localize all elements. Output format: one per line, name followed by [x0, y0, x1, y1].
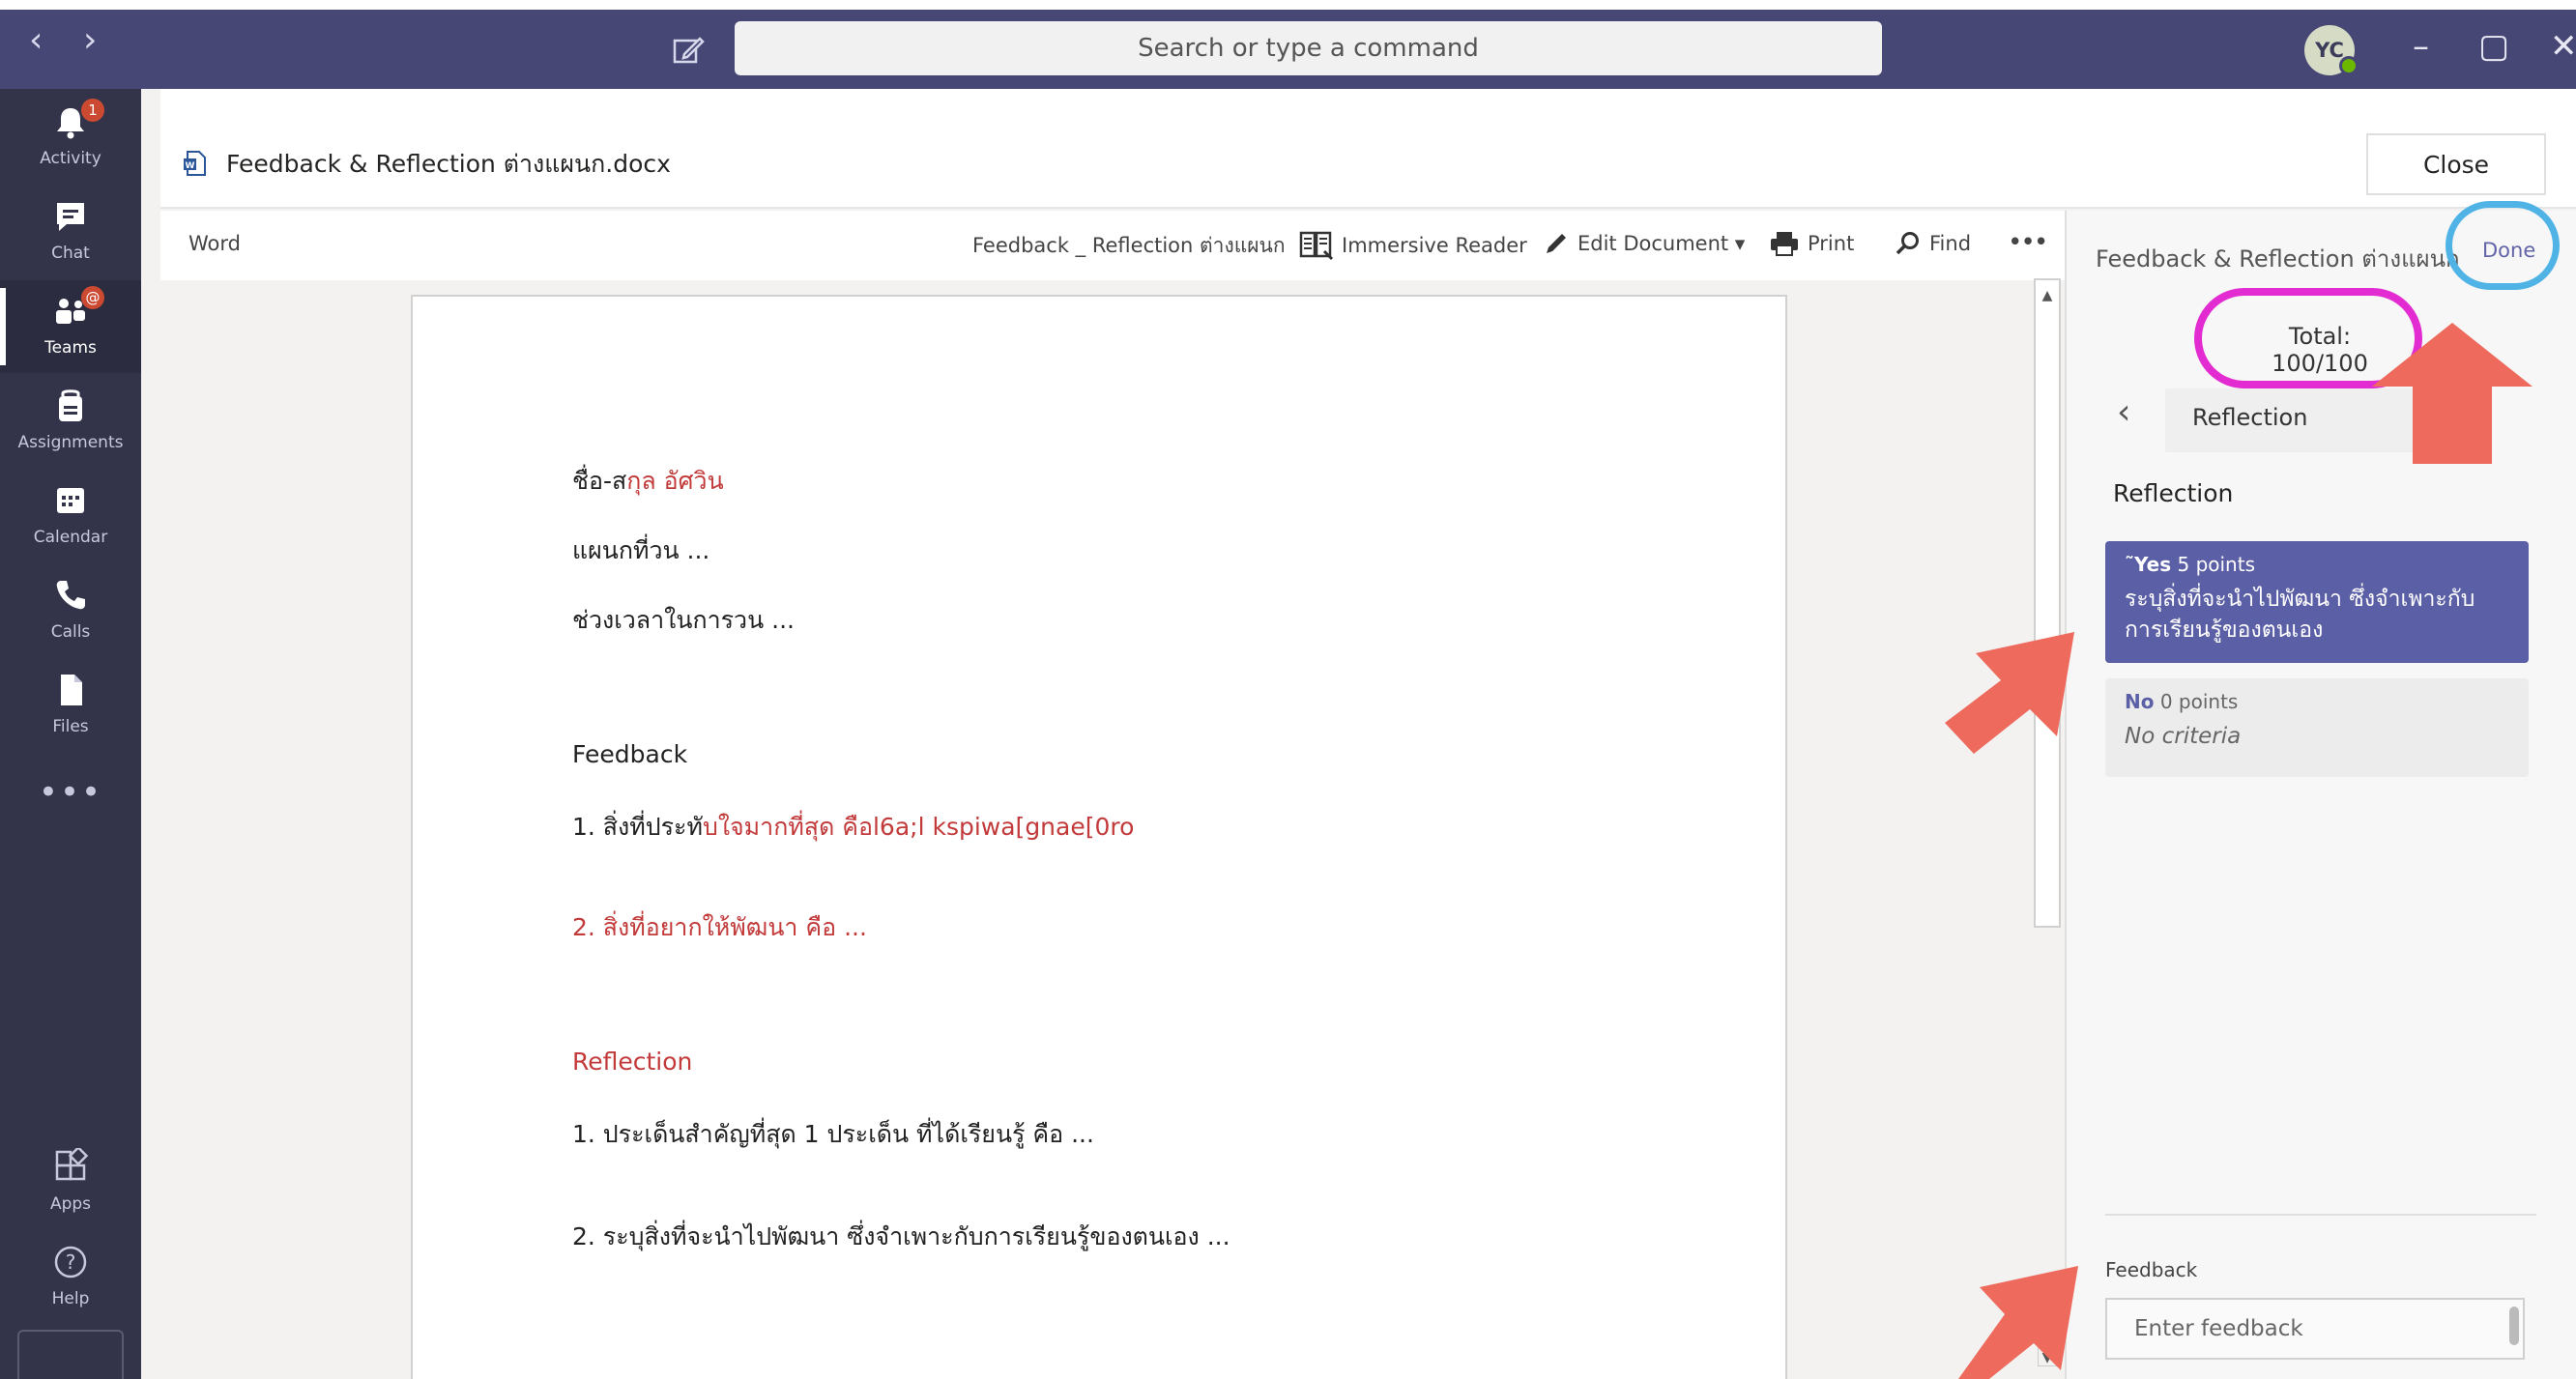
doc-feedback-item-1[interactable]: 1. สิ่งที่ประทับใจมากที่สุด คือl6a;l ksp…	[572, 808, 1134, 847]
search-input[interactable]: Search or type a command	[735, 21, 1882, 75]
rail-item-label: Files	[52, 717, 89, 736]
forward-button[interactable]: ›	[83, 21, 97, 60]
pencil-icon	[1547, 234, 1566, 253]
doc-reflection-heading[interactable]: Reflection	[572, 1048, 692, 1076]
option-title: No 0 points	[2125, 690, 2239, 713]
doc-name-line[interactable]: ชื่อ-สกุล อัศวิน	[572, 462, 724, 501]
doc-department-line[interactable]: แผนกที่วน ...	[572, 531, 709, 570]
immersive-reader-icon	[1299, 231, 1334, 261]
rail-item-teams[interactable]: @ Teams	[0, 280, 141, 373]
rubric-option-no[interactable]: No 0 points No criteria	[2105, 678, 2529, 777]
annotation-arrow-option	[1945, 632, 2074, 754]
rail-item-help[interactable]: ? Help	[0, 1231, 141, 1324]
doc-reflection-item-2[interactable]: 2. ระบุสิ่งที่จะนำไปพัฒนา ซึ่งจำเพาะกับก…	[572, 1218, 1230, 1256]
rail-item-files[interactable]: Files	[0, 659, 141, 752]
rail-item-calls[interactable]: Calls	[0, 564, 141, 657]
activity-badge: 1	[81, 99, 104, 122]
doc-feedback-item-2[interactable]: 2. สิ่งที่อยากให้พัฒนา คือ ...	[572, 908, 867, 947]
more-apps-button[interactable]: •••	[0, 773, 141, 812]
rail-item-activity[interactable]: 1 Activity	[0, 91, 141, 184]
more-options-glyph: •••	[2009, 230, 2048, 253]
maximize-button[interactable]: ▢	[2478, 27, 2509, 66]
device-icon[interactable]	[17, 1330, 124, 1379]
printer-icon	[1771, 232, 1798, 256]
doc-period-line[interactable]: ช่วงเวลาในการวน ...	[572, 601, 795, 640]
document-title-text: Feedback _ Reflection ต่างแผนก	[972, 234, 1286, 257]
calendar-icon	[57, 488, 84, 513]
close-button[interactable]: Close	[2366, 133, 2546, 195]
rail-item-calendar[interactable]: Calendar	[0, 470, 141, 562]
apps-icon	[55, 1148, 89, 1181]
file-icon	[61, 675, 82, 705]
assignments-icon	[59, 389, 82, 421]
more-options-button[interactable]: •••	[2009, 230, 2047, 253]
feedback-label: Feedback	[2105, 1258, 2198, 1281]
option-description: ระบุสิ่งที่จะนำไปพัฒนา ซึ่งจำเพาะกับการเ…	[2125, 587, 2475, 643]
word-app-label: Word	[188, 232, 241, 255]
rail-item-label: Help	[51, 1289, 90, 1308]
rail-item-assignments[interactable]: Assignments	[0, 375, 141, 468]
svg-text:?: ?	[66, 1250, 76, 1274]
print-button[interactable]: Print	[1769, 230, 1854, 257]
rail-item-label: Activity	[40, 149, 101, 168]
feedback-divider	[2105, 1214, 2536, 1216]
option-title: ˜Yes 5 points	[2125, 553, 2255, 576]
feedback-scrollbar	[2509, 1307, 2519, 1345]
document-scrollbar[interactable]	[2034, 278, 2061, 928]
annotation-arrow-up	[2372, 323, 2533, 464]
immersive-reader-button[interactable]: Immersive Reader	[1299, 230, 1527, 261]
doc-reflection-item-1[interactable]: 1. ประเด็นสำคัญที่สุด 1 ประเด็น ที่ได้เร…	[572, 1115, 1094, 1154]
rail-item-label: Calls	[50, 622, 91, 642]
rail-item-label: Teams	[44, 338, 97, 358]
criterion-selected: Reflection	[2192, 404, 2308, 431]
immersive-reader-label: Immersive Reader	[1342, 234, 1527, 257]
mention-badge: @	[81, 286, 104, 309]
presence-available-icon	[2339, 56, 2359, 75]
rail-item-apps[interactable]: Apps	[0, 1136, 141, 1229]
find-button[interactable]: Find	[1895, 230, 1971, 257]
feedback-input[interactable]	[2105, 1298, 2525, 1360]
previous-criterion-button[interactable]: ‹	[2117, 392, 2130, 432]
print-label: Print	[1808, 232, 1855, 255]
window-frame	[0, 0, 2576, 10]
search-icon	[1896, 232, 1919, 255]
rubric-option-yes[interactable]: ˜Yes 5 points ระบุสิ่งที่จะนำไปพัฒนา ซึ่…	[2105, 541, 2529, 663]
compose-icon[interactable]	[669, 31, 708, 70]
rail-item-label: Calendar	[33, 528, 108, 547]
option-description: No criteria	[2125, 724, 2242, 749]
rail-item-chat[interactable]: Chat	[0, 186, 141, 278]
word-file-icon: W	[184, 151, 206, 176]
criterion-heading: Reflection	[2113, 479, 2234, 507]
rail-item-label: Chat	[51, 244, 90, 263]
file-name: Feedback & Reflection ต่างแผนก.docx	[226, 150, 671, 178]
help-icon: ?	[54, 1246, 87, 1278]
annotation-arrow-feedback	[1958, 1266, 2078, 1379]
edit-document-button[interactable]: Edit Document ▾	[1543, 230, 1745, 257]
back-button[interactable]: ‹	[29, 21, 43, 60]
rail-item-label: Apps	[49, 1194, 92, 1214]
rail-item-label: Assignments	[17, 433, 124, 452]
done-highlight-circle	[2446, 201, 2560, 290]
close-window-button[interactable]: ✕	[2550, 27, 2576, 66]
minimize-button[interactable]: –	[2413, 27, 2429, 66]
edit-document-label: Edit Document ▾	[1577, 232, 1746, 255]
rubric-title: Feedback & Reflection ต่างแผนก	[2096, 245, 2460, 273]
document-title[interactable]: Feedback _ Reflection ต่างแผนก	[972, 230, 1286, 262]
doc-feedback-heading[interactable]: Feedback	[572, 740, 687, 768]
chat-icon	[57, 203, 84, 231]
svg-text:W: W	[186, 161, 195, 171]
find-label: Find	[1929, 232, 1972, 255]
scroll-up-icon[interactable]: ▲	[2038, 286, 2057, 305]
phone-icon	[56, 581, 85, 610]
